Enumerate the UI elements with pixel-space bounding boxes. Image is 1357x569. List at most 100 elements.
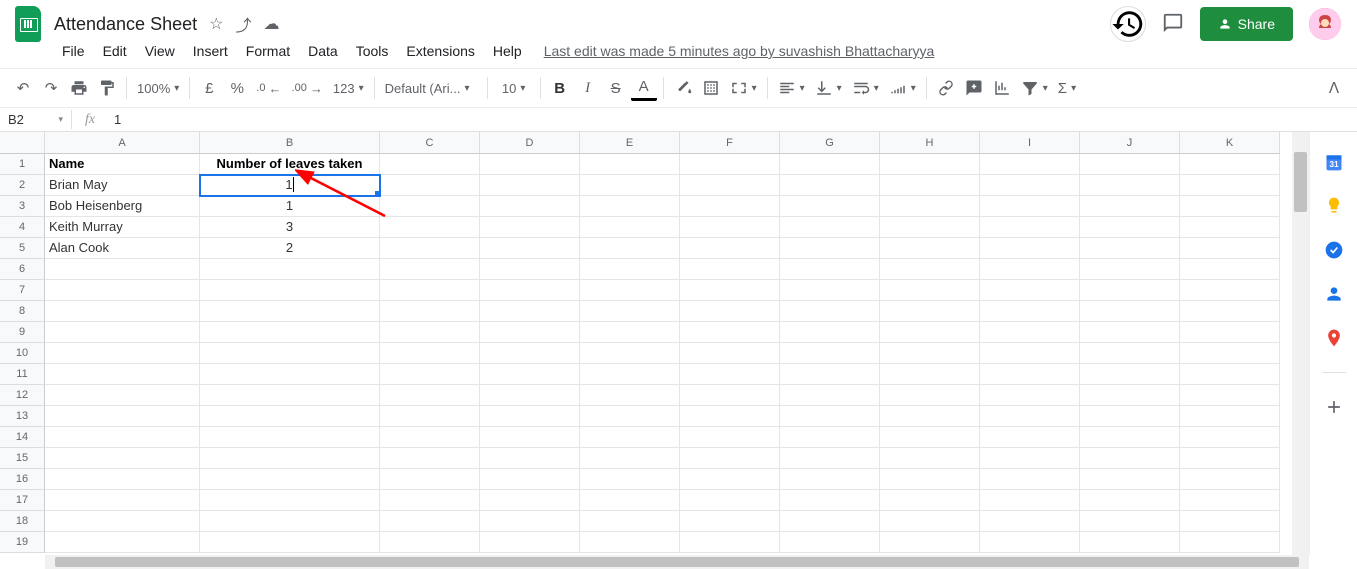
- row-header-12[interactable]: 12: [0, 385, 45, 406]
- cell-K16[interactable]: [1180, 469, 1280, 490]
- cell-J10[interactable]: [1080, 343, 1180, 364]
- cell-K6[interactable]: [1180, 259, 1280, 280]
- paint-format-button[interactable]: [94, 75, 120, 101]
- cell-C11[interactable]: [380, 364, 480, 385]
- cell-A7[interactable]: [45, 280, 200, 301]
- add-on-icon[interactable]: [1324, 397, 1344, 417]
- col-header-G[interactable]: G: [780, 132, 880, 154]
- cell-B3[interactable]: 1: [200, 196, 380, 217]
- cell-D17[interactable]: [480, 490, 580, 511]
- cell-A8[interactable]: [45, 301, 200, 322]
- cell-B13[interactable]: [200, 406, 380, 427]
- cell-E10[interactable]: [580, 343, 680, 364]
- cell-K4[interactable]: [1180, 217, 1280, 238]
- font-select[interactable]: Default (Ari...: [381, 75, 481, 101]
- cell-J5[interactable]: [1080, 238, 1180, 259]
- cell-B14[interactable]: [200, 427, 380, 448]
- cell-H16[interactable]: [880, 469, 980, 490]
- cell-I8[interactable]: [980, 301, 1080, 322]
- cell-A18[interactable]: [45, 511, 200, 532]
- cell-H8[interactable]: [880, 301, 980, 322]
- currency-button[interactable]: £: [196, 75, 222, 101]
- cell-F2[interactable]: [680, 175, 780, 196]
- cell-A10[interactable]: [45, 343, 200, 364]
- cell-E13[interactable]: [580, 406, 680, 427]
- cell-F16[interactable]: [680, 469, 780, 490]
- cell-H4[interactable]: [880, 217, 980, 238]
- cell-D8[interactable]: [480, 301, 580, 322]
- cell-C12[interactable]: [380, 385, 480, 406]
- cell-D2[interactable]: [480, 175, 580, 196]
- cell-A19[interactable]: [45, 532, 200, 553]
- cell-A15[interactable]: [45, 448, 200, 469]
- cell-D12[interactable]: [480, 385, 580, 406]
- cell-A9[interactable]: [45, 322, 200, 343]
- row-header-2[interactable]: 2: [0, 175, 45, 196]
- sheets-logo[interactable]: [8, 4, 48, 44]
- cell-E6[interactable]: [580, 259, 680, 280]
- cell-K1[interactable]: [1180, 154, 1280, 175]
- cell-G16[interactable]: [780, 469, 880, 490]
- select-all-corner[interactable]: [0, 132, 45, 154]
- cell-B4[interactable]: 3: [200, 217, 380, 238]
- percent-button[interactable]: %: [224, 75, 250, 101]
- row-header-10[interactable]: 10: [0, 343, 45, 364]
- cloud-icon[interactable]: ☁: [263, 14, 279, 34]
- cell-C4[interactable]: [380, 217, 480, 238]
- cell-K7[interactable]: [1180, 280, 1280, 301]
- cell-D4[interactable]: [480, 217, 580, 238]
- cell-B9[interactable]: [200, 322, 380, 343]
- cell-C13[interactable]: [380, 406, 480, 427]
- menu-data[interactable]: Data: [300, 39, 346, 63]
- cell-G10[interactable]: [780, 343, 880, 364]
- menu-edit[interactable]: Edit: [95, 39, 135, 63]
- font-size-select[interactable]: 10: [494, 75, 534, 101]
- cell-J12[interactable]: [1080, 385, 1180, 406]
- cell-H10[interactable]: [880, 343, 980, 364]
- row-header-19[interactable]: 19: [0, 532, 45, 553]
- cell-E18[interactable]: [580, 511, 680, 532]
- cell-D14[interactable]: [480, 427, 580, 448]
- spreadsheet-grid[interactable]: ABCDEFGHIJK 1234567891011121314151617181…: [0, 132, 1309, 555]
- cell-G6[interactable]: [780, 259, 880, 280]
- cell-E14[interactable]: [580, 427, 680, 448]
- cell-H19[interactable]: [880, 532, 980, 553]
- cell-I19[interactable]: [980, 532, 1080, 553]
- cell-G2[interactable]: [780, 175, 880, 196]
- cell-K12[interactable]: [1180, 385, 1280, 406]
- cell-I13[interactable]: [980, 406, 1080, 427]
- star-icon[interactable]: ☆: [209, 14, 223, 34]
- cell-F13[interactable]: [680, 406, 780, 427]
- row-header-9[interactable]: 9: [0, 322, 45, 343]
- cell-B11[interactable]: [200, 364, 380, 385]
- col-header-F[interactable]: F: [680, 132, 780, 154]
- row-header-7[interactable]: 7: [0, 280, 45, 301]
- cell-K17[interactable]: [1180, 490, 1280, 511]
- cell-E15[interactable]: [580, 448, 680, 469]
- cell-G1[interactable]: [780, 154, 880, 175]
- cell-F5[interactable]: [680, 238, 780, 259]
- cell-I7[interactable]: [980, 280, 1080, 301]
- cell-J4[interactable]: [1080, 217, 1180, 238]
- row-header-8[interactable]: 8: [0, 301, 45, 322]
- comment-button[interactable]: [961, 75, 987, 101]
- cell-C10[interactable]: [380, 343, 480, 364]
- cell-D7[interactable]: [480, 280, 580, 301]
- cell-E19[interactable]: [580, 532, 680, 553]
- cell-I6[interactable]: [980, 259, 1080, 280]
- cell-B12[interactable]: [200, 385, 380, 406]
- cell-G17[interactable]: [780, 490, 880, 511]
- cell-F10[interactable]: [680, 343, 780, 364]
- cell-A3[interactable]: Bob Heisenberg: [45, 196, 200, 217]
- functions-button[interactable]: Σ: [1054, 75, 1080, 101]
- row-header-14[interactable]: 14: [0, 427, 45, 448]
- cell-J1[interactable]: [1080, 154, 1180, 175]
- cell-G11[interactable]: [780, 364, 880, 385]
- cell-C2[interactable]: [380, 175, 480, 196]
- cell-G12[interactable]: [780, 385, 880, 406]
- link-button[interactable]: [933, 75, 959, 101]
- cell-K15[interactable]: [1180, 448, 1280, 469]
- cell-H2[interactable]: [880, 175, 980, 196]
- cell-G5[interactable]: [780, 238, 880, 259]
- cell-G9[interactable]: [780, 322, 880, 343]
